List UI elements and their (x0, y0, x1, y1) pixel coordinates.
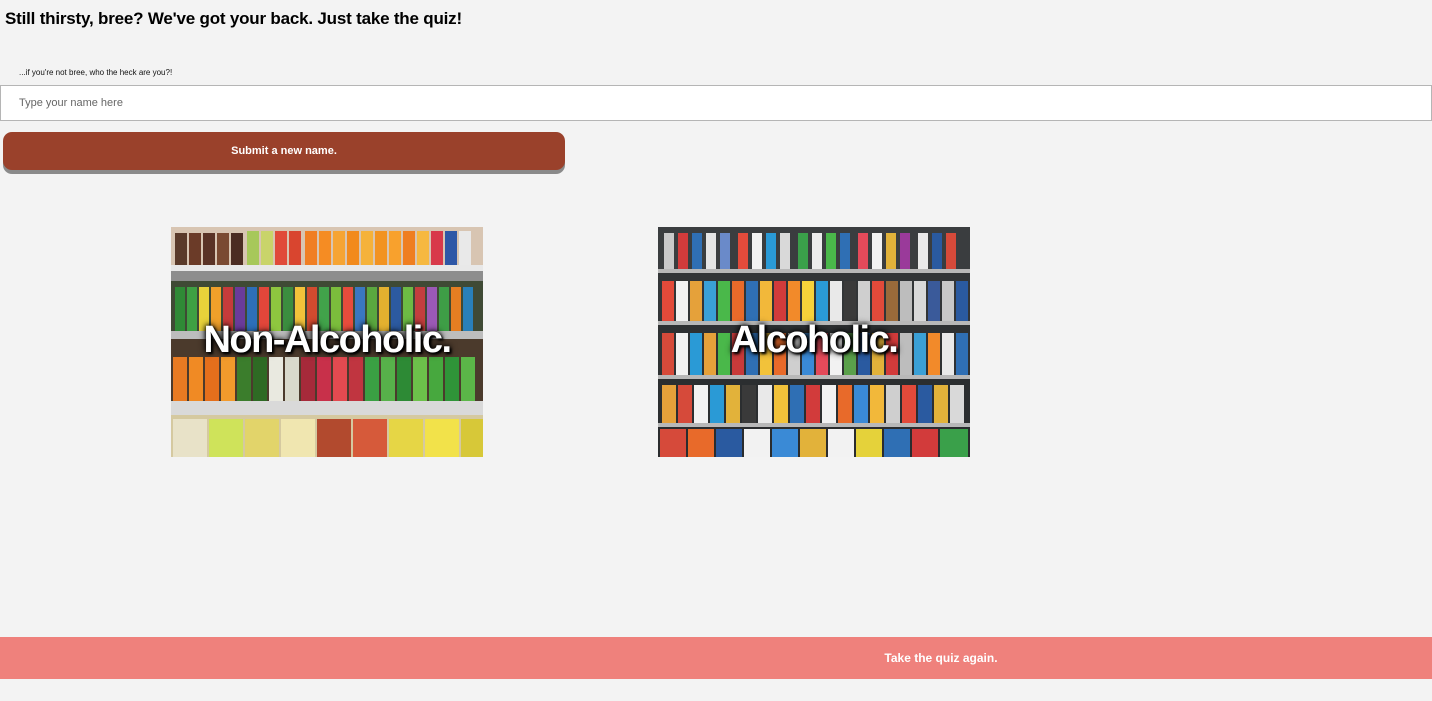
nonalcoholic-choice[interactable]: Non-Alcoholic. (171, 227, 483, 457)
page-headline: Still thirsty, bree? We've got your back… (5, 9, 462, 28)
name-note: ...if you're not bree, who the heck are … (19, 68, 173, 77)
submit-name-button[interactable]: Submit a new name. (3, 132, 565, 170)
alcoholic-label: Alcoholic. (730, 319, 899, 361)
name-input[interactable] (0, 85, 1432, 121)
retake-quiz-button[interactable]: Take the quiz again. (0, 637, 1432, 679)
quiz-page: Still thirsty, bree? We've got your back… (0, 0, 1432, 701)
alcoholic-choice[interactable]: Alcoholic. (658, 227, 970, 457)
nonalcoholic-label: Non-Alcoholic. (203, 319, 452, 361)
